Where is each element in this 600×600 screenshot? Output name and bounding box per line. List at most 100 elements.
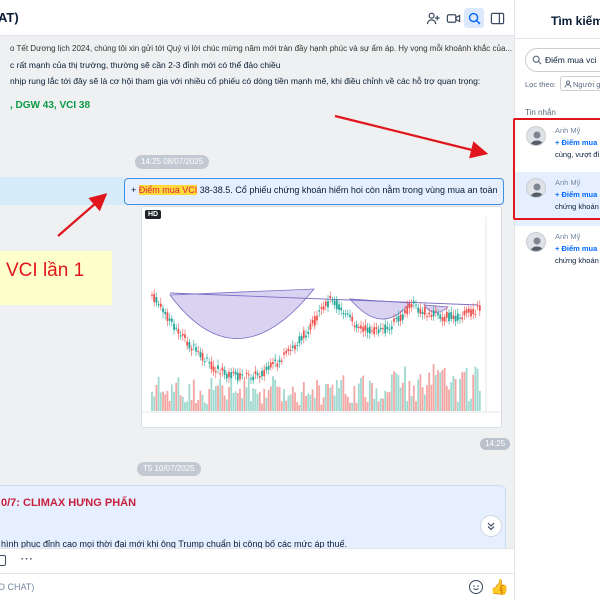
price-candle-body bbox=[162, 308, 164, 313]
price-candle-body bbox=[322, 306, 325, 310]
panel-title: Tìm kiếm tr bbox=[551, 14, 600, 28]
price-candle-body bbox=[278, 359, 281, 363]
video-call-icon[interactable] bbox=[443, 8, 463, 28]
volume-bar bbox=[175, 382, 178, 411]
price-candle-body bbox=[208, 362, 211, 364]
price-candle-body bbox=[349, 314, 351, 318]
volume-bar bbox=[159, 392, 162, 411]
search-result-item[interactable]: Anh Mỹ + Điểm mua chứng khoán bbox=[515, 226, 600, 280]
price-candle-body bbox=[232, 371, 235, 373]
volume-bar bbox=[153, 396, 156, 411]
price-candle-body bbox=[434, 310, 437, 312]
emoji-icon[interactable] bbox=[469, 580, 483, 594]
price-candle-body bbox=[280, 360, 283, 362]
price-candle-body bbox=[192, 344, 195, 346]
volume-bar bbox=[173, 391, 175, 411]
hd-badge: HD bbox=[145, 210, 162, 219]
price-candle-body bbox=[272, 361, 274, 365]
price-candle-body bbox=[252, 376, 255, 381]
chart-image[interactable]: HD bbox=[141, 206, 502, 428]
volume-bar bbox=[201, 394, 204, 411]
volume-bar bbox=[311, 389, 314, 411]
annotation-text: VCI lần 1 bbox=[6, 260, 85, 281]
volume-bar bbox=[401, 382, 404, 411]
volume-bar bbox=[280, 401, 283, 411]
price-candle-body bbox=[353, 325, 356, 327]
price-candle-body bbox=[256, 373, 259, 376]
volume-bar bbox=[217, 385, 219, 411]
price-candle-body bbox=[368, 326, 371, 334]
volume-bar bbox=[353, 386, 356, 411]
price-candle-body bbox=[168, 318, 171, 321]
price-candle-body bbox=[419, 308, 422, 314]
volume-bar bbox=[241, 398, 244, 411]
attach-icon[interactable] bbox=[0, 555, 6, 566]
volume-bar bbox=[430, 384, 433, 411]
volume-bar bbox=[456, 402, 459, 411]
volume-bar bbox=[265, 397, 268, 411]
search-icon[interactable] bbox=[464, 8, 484, 28]
message-bubble[interactable]: o Tết Dương lịch 2024, chúng tôi xin gửi… bbox=[0, 36, 514, 170]
add-member-icon[interactable] bbox=[423, 8, 443, 28]
volume-bar bbox=[452, 376, 455, 411]
volume-bar bbox=[470, 398, 472, 411]
price-candle-body bbox=[230, 372, 233, 379]
filter-sender-button[interactable]: Người gử bbox=[560, 76, 600, 91]
message-list[interactable]: o Tết Dương lịch 2024, chúng tôi xin gửi… bbox=[0, 36, 514, 566]
volume-bar bbox=[428, 372, 431, 411]
search-input[interactable]: Điểm mua vci bbox=[525, 48, 600, 72]
volume-bar bbox=[289, 394, 292, 411]
volume-bar bbox=[448, 389, 450, 411]
price-candle-body bbox=[285, 350, 288, 354]
volume-bar bbox=[388, 391, 391, 411]
price-candle-body bbox=[265, 366, 268, 370]
volume-bar bbox=[267, 390, 270, 411]
volume-bar bbox=[393, 371, 395, 411]
volume-bar bbox=[219, 378, 222, 411]
volume-bar bbox=[232, 392, 235, 411]
volume-bar bbox=[298, 404, 301, 411]
price-candle-body bbox=[430, 314, 433, 317]
price-candle-body bbox=[164, 311, 167, 315]
search-value: Điểm mua vci bbox=[545, 55, 597, 65]
price-candle-body bbox=[199, 351, 202, 358]
highlighted-message[interactable]: + Điểm mua VCI 38-38.5. Cổ phiếu chứng k… bbox=[124, 178, 504, 205]
price-candle-body bbox=[247, 374, 250, 376]
price-candle-body bbox=[342, 312, 345, 314]
price-candle-body bbox=[375, 327, 378, 330]
message-input[interactable]: O CHAT) 👍 bbox=[0, 573, 514, 600]
annotation-highlight-box bbox=[513, 118, 600, 220]
price-candle-body bbox=[267, 366, 270, 370]
price-candle-body bbox=[206, 357, 208, 359]
volume-bar bbox=[221, 385, 224, 411]
price-candle-body bbox=[443, 316, 446, 322]
sidebar-toggle-icon[interactable] bbox=[487, 8, 507, 28]
price-candle-body bbox=[261, 370, 263, 377]
thumbs-up-icon[interactable]: 👍 bbox=[490, 578, 509, 596]
price-candle-body bbox=[239, 373, 241, 380]
volume-bar bbox=[375, 388, 378, 411]
price-candle-body bbox=[311, 319, 314, 324]
price-candle-body bbox=[221, 367, 224, 371]
price-candle-body bbox=[318, 310, 321, 312]
more-icon[interactable]: ⋯ bbox=[20, 551, 33, 567]
scroll-down-icon[interactable] bbox=[480, 515, 502, 537]
price-candle-body bbox=[401, 314, 404, 320]
volume-bar bbox=[346, 396, 349, 411]
volume-bar bbox=[322, 397, 325, 411]
volume-bar bbox=[236, 393, 239, 411]
price-candle-body bbox=[298, 336, 301, 344]
price-candle-body bbox=[474, 314, 477, 316]
message-highlight-strip bbox=[0, 177, 124, 205]
volume-bar bbox=[415, 401, 417, 411]
volume-bar bbox=[395, 372, 398, 411]
price-candle-body bbox=[188, 342, 191, 349]
volume-bar bbox=[179, 395, 182, 411]
volume-bar bbox=[203, 402, 206, 411]
price-candle-body bbox=[316, 315, 318, 321]
chat-title[interactable]: AT) bbox=[0, 10, 19, 25]
volume-bar bbox=[164, 394, 167, 411]
price-candle-body bbox=[441, 317, 444, 321]
price-candle-body bbox=[263, 369, 266, 377]
price-candle-body bbox=[333, 300, 336, 306]
